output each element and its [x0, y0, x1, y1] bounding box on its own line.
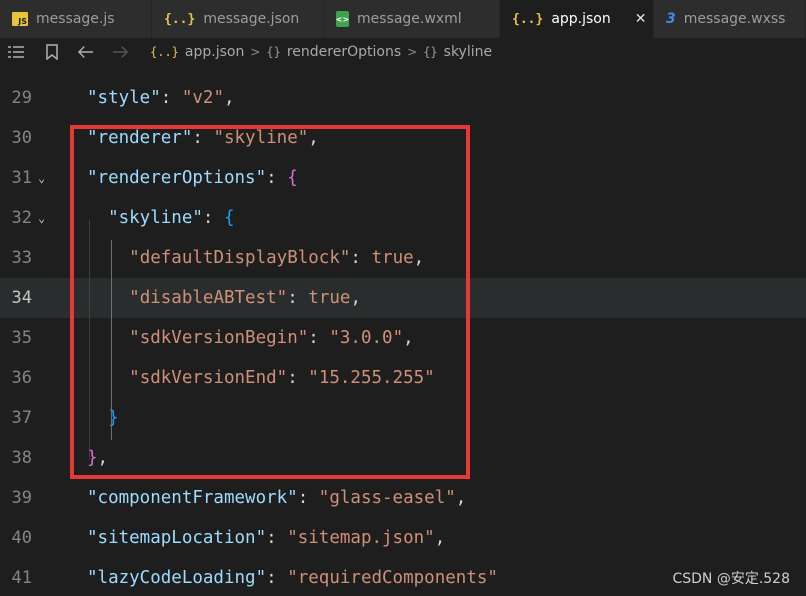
code-token: "glass-easel"	[318, 488, 456, 508]
tab-label: message.json	[203, 11, 300, 27]
code-token: "sitemapLocation"	[87, 528, 267, 548]
breadcrumb: {..} app.json > {} rendererOptions > {} …	[150, 44, 492, 60]
code-line[interactable]: 40 "sitemapLocation": "sitemap.json",	[0, 518, 806, 558]
line-number: 32	[11, 208, 32, 228]
code-token: :	[266, 528, 288, 548]
breadcrumb-separator: >	[407, 45, 418, 59]
code-token: "style"	[87, 88, 161, 108]
code-token: ,	[434, 528, 446, 548]
tab-label: app.json	[551, 11, 611, 27]
close-icon[interactable]: ✕	[635, 11, 647, 27]
back-arrow-icon[interactable]	[78, 44, 94, 60]
object-icon: {}	[423, 45, 438, 59]
code-text: },	[87, 66, 108, 78]
list-icon[interactable]	[8, 44, 24, 60]
css-file-icon: 3	[666, 11, 676, 27]
code-token: "componentFramework"	[87, 488, 298, 508]
wxml-file-icon: <>	[336, 11, 349, 27]
code-line[interactable]: 39 "componentFramework": "glass-easel",	[0, 478, 806, 518]
code-token: "sitemap.json"	[287, 528, 435, 548]
js-file-icon: JS	[12, 12, 28, 26]
json-file-icon: {..}	[164, 11, 196, 27]
code-text: "componentFramework": "glass-easel",	[87, 478, 466, 518]
tab-app-json[interactable]: {..} app.json ✕	[500, 0, 654, 38]
tab-label: message.wxml	[357, 11, 462, 27]
breadcrumb-item-skyline[interactable]: skyline	[444, 44, 492, 60]
line-number: 35	[11, 328, 32, 348]
code-text: "lazyCodeLoading": "requiredComponents"	[87, 558, 498, 596]
line-number: 33	[11, 248, 32, 268]
code-token: :	[160, 88, 182, 108]
line-number: 39	[11, 488, 32, 508]
watermark: CSDN @安定.528	[672, 571, 790, 587]
line-number: 30	[11, 128, 32, 148]
breadcrumb-separator: >	[250, 45, 261, 59]
line-number: 38	[11, 448, 32, 468]
tab-message-json[interactable]: {..} message.json	[152, 0, 324, 38]
code-line-partial: },	[0, 66, 806, 78]
bookmark-icon[interactable]	[44, 44, 60, 60]
breadcrumb-item-rendereroptions[interactable]: rendererOptions	[287, 44, 401, 60]
line-number: 34	[11, 288, 32, 308]
fold-chevron-icon[interactable]: ⌄	[38, 158, 45, 198]
line-number: 41	[11, 568, 32, 588]
code-text: "sitemapLocation": "sitemap.json",	[87, 518, 445, 558]
breadcrumb-bar: {..} app.json > {} rendererOptions > {} …	[0, 38, 806, 67]
code-token: ,	[455, 488, 467, 508]
code-token: :	[266, 568, 288, 588]
code-line[interactable]: 29 "style": "v2",	[0, 78, 806, 118]
code-token: "requiredComponents"	[287, 568, 498, 588]
line-number: 37	[11, 408, 32, 428]
editor-tab-bar: JS message.js {..} message.json <> messa…	[0, 0, 806, 38]
tab-label: message.wxss	[683, 11, 786, 27]
breadcrumb-file[interactable]: app.json	[185, 44, 244, 60]
json-file-icon: {..}	[150, 45, 179, 59]
forward-arrow-icon[interactable]	[112, 44, 128, 60]
line-number: 31	[11, 168, 32, 188]
fold-chevron-icon[interactable]: ⌄	[38, 198, 45, 238]
tab-message-wxml[interactable]: <> message.wxml	[324, 0, 500, 38]
tab-label: message.js	[36, 11, 115, 27]
line-number: 29	[11, 88, 32, 108]
object-icon: {}	[266, 45, 281, 59]
code-editor[interactable]: }, 29"style": "v2",30"renderer": "skylin…	[0, 66, 806, 596]
code-token: :	[297, 488, 319, 508]
code-token: "v2"	[181, 88, 224, 108]
code-token: ,	[224, 88, 235, 108]
tab-message-wxss[interactable]: 3 message.wxss	[654, 0, 806, 38]
code-token: "lazyCodeLoading"	[87, 568, 267, 588]
line-number: 36	[11, 368, 32, 388]
json-file-icon: {..}	[512, 11, 544, 27]
highlight-annotation-box	[70, 125, 470, 479]
code-text: "style": "v2",	[87, 78, 235, 118]
line-number: 40	[11, 528, 32, 548]
tab-message-js[interactable]: JS message.js	[0, 0, 152, 38]
